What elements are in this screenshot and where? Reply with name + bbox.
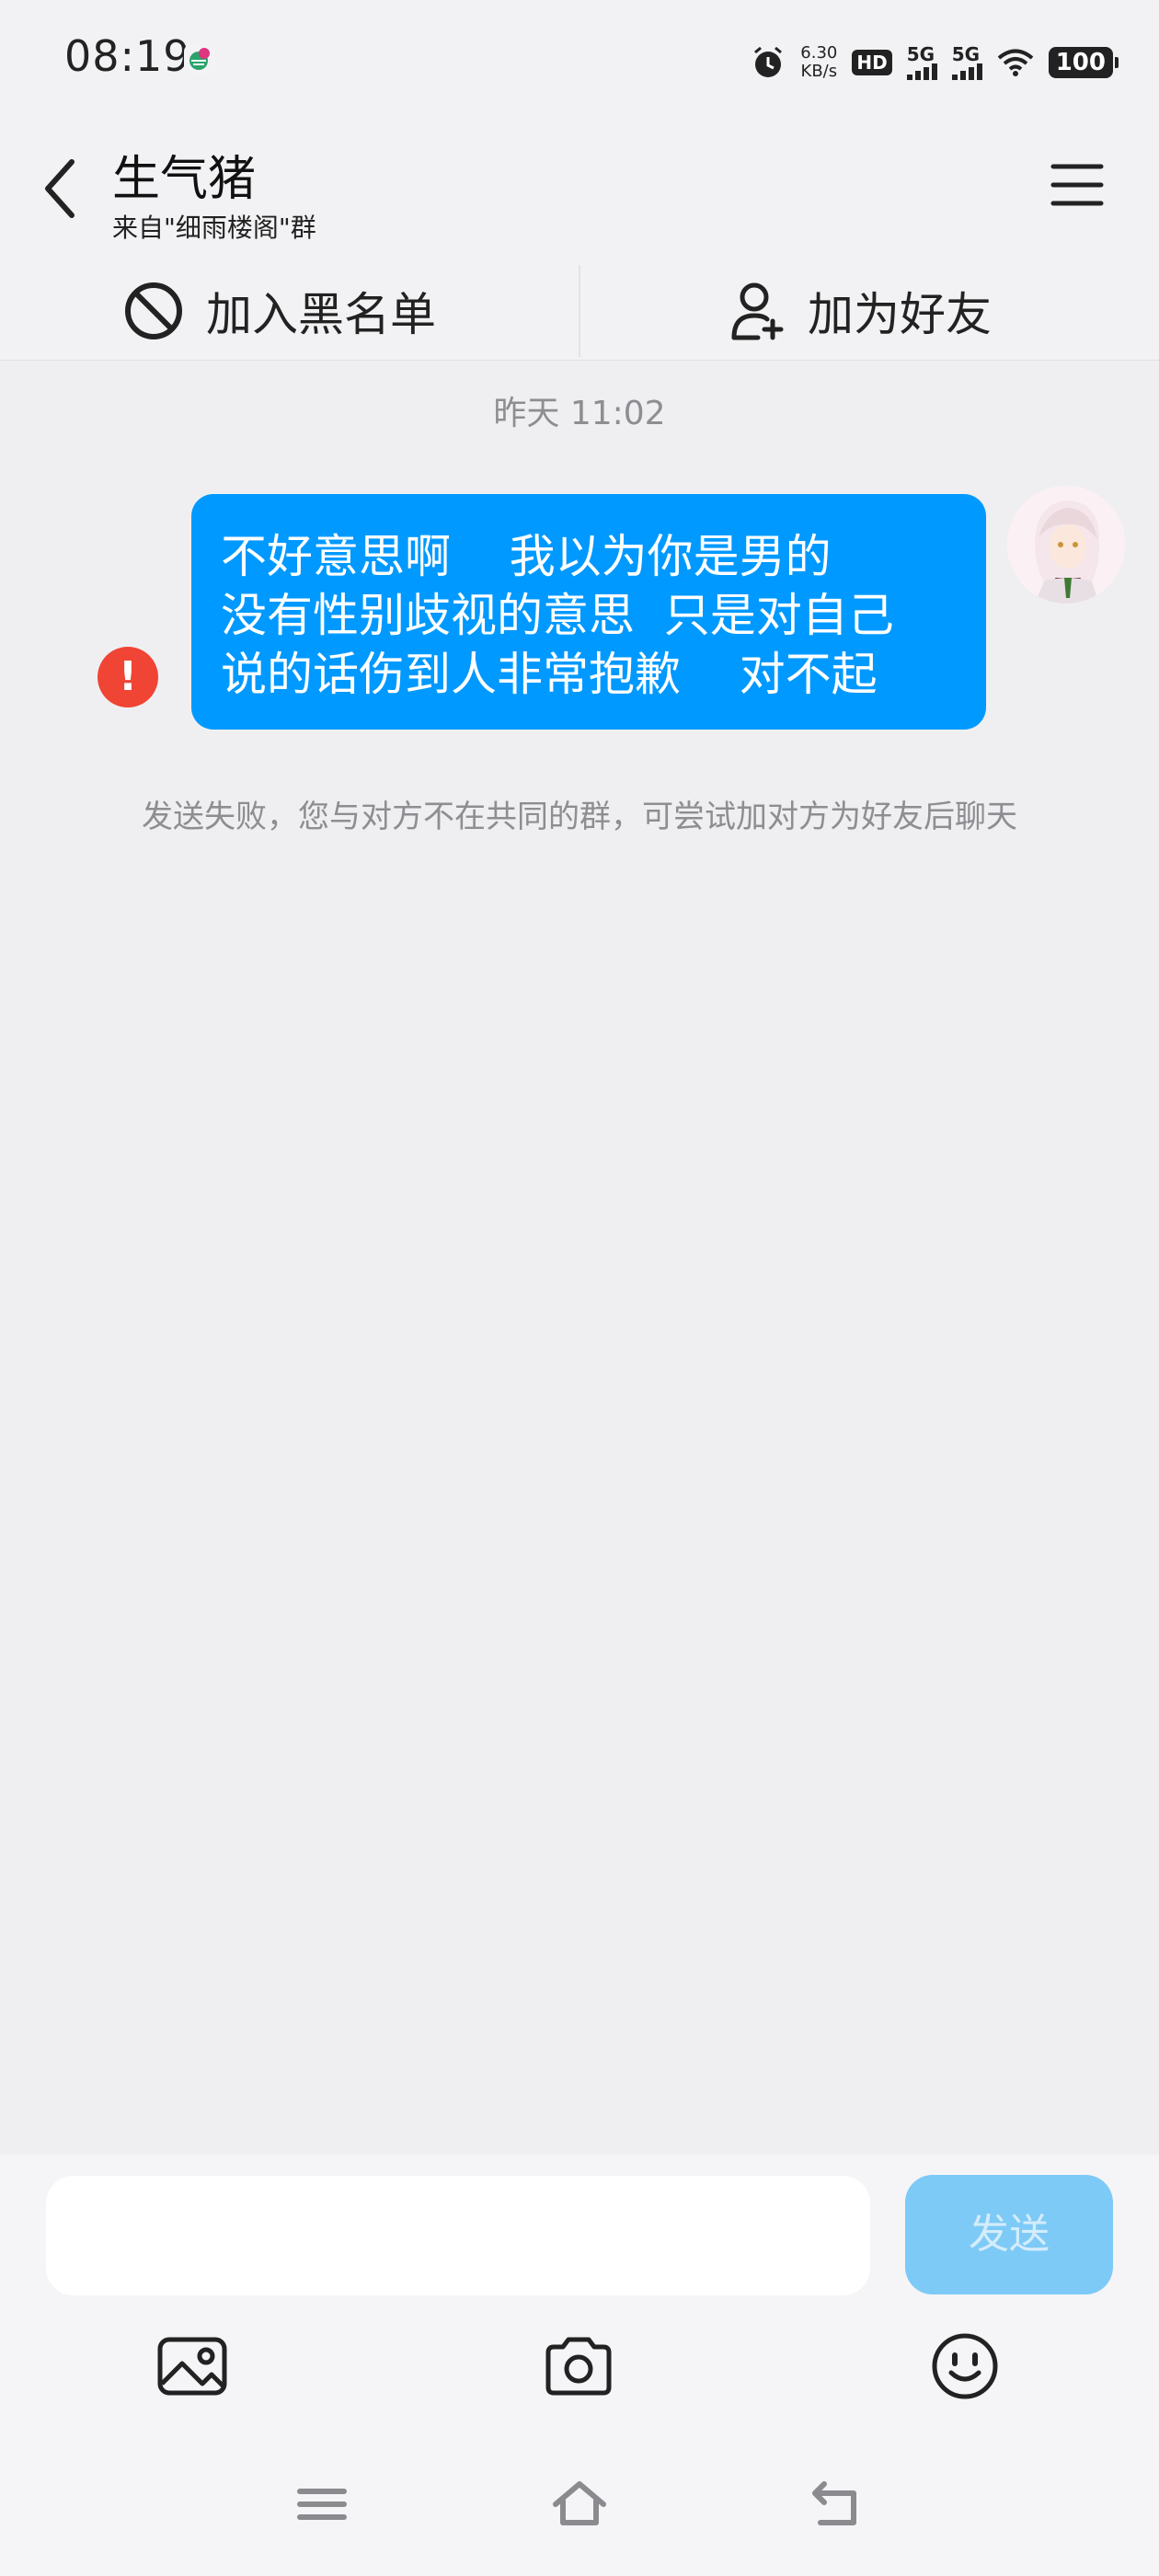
message-timestamp: 昨天 11:02 bbox=[493, 395, 666, 432]
chat-subtitle: 来自"细雨楼阁"群 bbox=[112, 213, 316, 243]
hd-badge: HD bbox=[852, 50, 892, 75]
net-speed: 6.30 KB/s bbox=[800, 43, 838, 81]
back-icon[interactable] bbox=[808, 2475, 866, 2534]
blacklist-label: 加入黑名单 bbox=[206, 288, 436, 341]
hamburger-menu-icon[interactable] bbox=[1050, 162, 1104, 208]
status-icons: 6.30 KB/s HD 5G 5G 100 bbox=[751, 40, 1119, 85]
block-icon bbox=[125, 282, 182, 339]
avatar[interactable] bbox=[1007, 486, 1125, 604]
image-icon[interactable] bbox=[156, 2330, 228, 2402]
message-bubble[interactable]: 不好意思啊 我以为你是男的 没有性别歧视的意思 只是对自己 说的话伤到人非常抱歉… bbox=[191, 494, 986, 730]
message-input[interactable] bbox=[46, 2176, 870, 2295]
send-failed-icon[interactable]: ! bbox=[98, 647, 158, 707]
send-button[interactable]: 发送 bbox=[905, 2175, 1113, 2294]
emoji-icon[interactable] bbox=[929, 2330, 1001, 2402]
send-failure-notice: 发送失败，您与对方不在共同的群，可尝试加对方为好友后聊天 bbox=[142, 799, 1017, 835]
battery-indicator: 100 bbox=[1048, 47, 1119, 78]
alarm-icon bbox=[754, 46, 783, 77]
avatar-image bbox=[1007, 486, 1125, 604]
chevron-left-icon[interactable] bbox=[40, 156, 77, 221]
status-time: 08:19 bbox=[64, 31, 191, 81]
signal-sim2-icon: 5G bbox=[951, 45, 982, 80]
add-friend-button[interactable]: 加为好友 bbox=[730, 267, 992, 355]
camera-icon[interactable] bbox=[543, 2330, 614, 2402]
carrier-app-icon bbox=[184, 44, 215, 75]
nav-menu-icon[interactable] bbox=[293, 2475, 351, 2534]
add-friend-label: 加为好友 bbox=[808, 288, 992, 341]
add-user-icon bbox=[731, 282, 784, 340]
blacklist-button[interactable]: 加入黑名单 bbox=[123, 267, 436, 355]
chat-title: 生气猪 bbox=[112, 152, 257, 207]
home-icon[interactable] bbox=[550, 2475, 609, 2534]
signal-sim1-icon: 5G bbox=[906, 45, 937, 80]
action-divider bbox=[579, 265, 580, 357]
wifi-icon bbox=[997, 49, 1033, 76]
